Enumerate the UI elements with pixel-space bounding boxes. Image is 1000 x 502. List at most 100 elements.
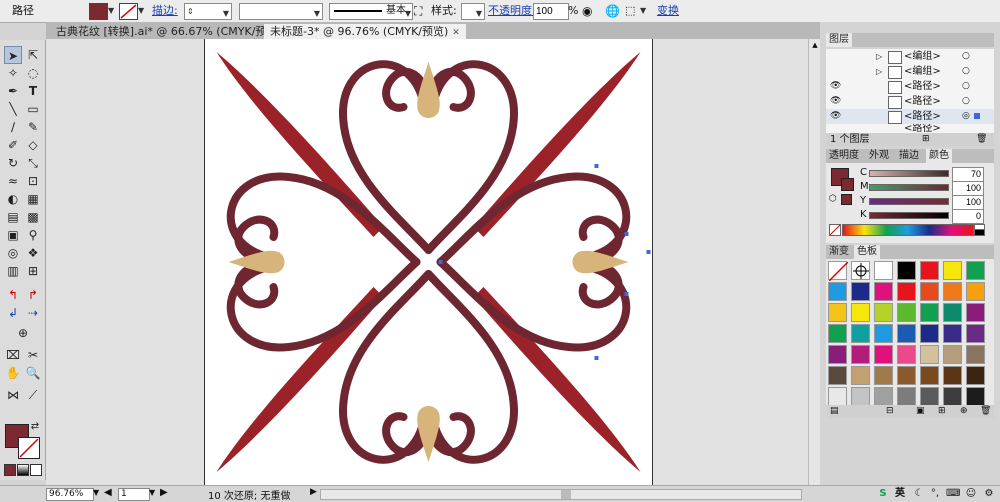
anchor-convert-tool-icon[interactable]: ↰ bbox=[4, 286, 22, 304]
stroke-link[interactable]: 描边: bbox=[152, 3, 178, 19]
next-artboard-icon[interactable]: ▶ bbox=[160, 487, 168, 498]
none-swatch[interactable] bbox=[828, 261, 849, 282]
swatch-kind-icon[interactable]: ⊟ bbox=[886, 405, 894, 418]
layer-row-group[interactable]: ▷ <编组> ○ bbox=[826, 49, 994, 65]
rectangle-tool-icon[interactable]: ▭ bbox=[24, 100, 42, 118]
settings-icon[interactable]: ⚙ bbox=[982, 488, 996, 500]
shape-builder-tool-icon[interactable]: ◐ bbox=[4, 190, 22, 208]
style-dropdown-icon[interactable]: ▼ bbox=[476, 6, 482, 22]
blend-tool-icon[interactable]: ◎ bbox=[4, 244, 22, 262]
column-graph-tool-icon[interactable]: ▥ bbox=[4, 262, 22, 280]
horizontal-scrollbar[interactable] bbox=[320, 489, 802, 500]
target-icon[interactable]: ◎ bbox=[962, 109, 970, 124]
none-mode-icon[interactable] bbox=[30, 464, 42, 476]
eye-icon[interactable]: 👁 bbox=[830, 109, 841, 124]
scroll-thumb[interactable] bbox=[561, 490, 571, 499]
color-swatch[interactable] bbox=[828, 387, 847, 405]
color-swatch[interactable] bbox=[966, 303, 985, 322]
stepper-icon[interactable]: ⇕ bbox=[187, 4, 194, 20]
new-color-group-icon[interactable]: ⊞ bbox=[938, 405, 946, 418]
black-swatch[interactable] bbox=[974, 229, 985, 236]
color-swatch[interactable] bbox=[966, 366, 985, 385]
color-swatch[interactable] bbox=[943, 282, 962, 301]
artboard[interactable] bbox=[204, 39, 653, 485]
color-swatch[interactable] bbox=[966, 261, 985, 280]
opacity-link[interactable]: 不透明度: bbox=[488, 3, 536, 19]
color-swatch[interactable] bbox=[897, 261, 916, 280]
tab-stroke[interactable]: 描边 bbox=[896, 149, 922, 163]
color-swatch[interactable] bbox=[943, 261, 962, 280]
scroll-up-icon[interactable]: ▲ bbox=[810, 41, 820, 53]
delete-layer-icon[interactable]: 🗑 bbox=[976, 133, 987, 146]
registration-swatch[interactable] bbox=[851, 261, 870, 280]
color-swatch[interactable] bbox=[874, 324, 893, 343]
direct-selection-tool-icon[interactable]: ⇱ bbox=[24, 46, 42, 64]
color-swatch[interactable] bbox=[897, 345, 916, 364]
fill-dropdown-icon[interactable]: ▼ bbox=[108, 3, 114, 19]
magic-wand-tool-icon[interactable]: ✧ bbox=[4, 64, 22, 82]
scissors-tool-icon[interactable]: ✂ bbox=[24, 346, 42, 364]
layer-row-group[interactable]: ▷ <编组> ○ bbox=[826, 64, 994, 80]
tab-appearance[interactable]: 外观 bbox=[866, 149, 892, 163]
brush-dropdown-icon[interactable]: ▼ bbox=[405, 6, 411, 22]
color-swatch[interactable] bbox=[828, 303, 847, 322]
artboard-dropdown-icon[interactable]: ▼ bbox=[149, 488, 155, 497]
color-swatch[interactable] bbox=[943, 387, 962, 405]
knife-tool-icon[interactable]: ⟋ bbox=[24, 386, 42, 404]
slice-tool-icon[interactable]: ⌧ bbox=[4, 346, 22, 364]
artboard-number-field[interactable]: 1 bbox=[118, 488, 150, 501]
align-stroke-icon[interactable]: ⛶ bbox=[414, 3, 422, 19]
swatch-options-icon[interactable]: ▣ bbox=[916, 405, 925, 418]
stroke-color-swatch[interactable] bbox=[119, 3, 138, 20]
symbol-sprayer-tool-icon[interactable]: ❖ bbox=[24, 244, 42, 262]
color-swatch[interactable] bbox=[897, 366, 916, 385]
color-swatch[interactable] bbox=[943, 303, 962, 322]
user-icon[interactable]: ☺ bbox=[964, 488, 978, 500]
tab-swatches[interactable]: 色板 bbox=[854, 245, 880, 259]
tab-transparency[interactable]: 透明度 bbox=[826, 149, 862, 163]
layer-row-path[interactable]: 👁 <路径> ○ bbox=[826, 79, 994, 95]
brush-definition-field[interactable]: 基本 ▼ bbox=[329, 3, 413, 20]
stroke-swatch-large[interactable] bbox=[18, 437, 40, 459]
lasso-tool-icon[interactable]: ◌ bbox=[24, 64, 42, 82]
color-swatch[interactable] bbox=[943, 324, 962, 343]
layer-row-path[interactable]: 👁 <路径> ○ bbox=[826, 94, 994, 110]
color-swatch[interactable] bbox=[874, 282, 893, 301]
color-swatch[interactable] bbox=[851, 282, 870, 301]
color-swatch[interactable] bbox=[920, 282, 939, 301]
eraser-tool-icon[interactable]: ◇ bbox=[24, 136, 42, 154]
crosshair-tool-icon[interactable]: ⊕ bbox=[14, 324, 32, 342]
zoom-dropdown-icon[interactable]: ▼ bbox=[93, 488, 99, 497]
color-swatch[interactable] bbox=[874, 366, 893, 385]
hand-tool-icon[interactable]: ✋ bbox=[4, 364, 22, 382]
scale-tool-icon[interactable]: ⤡ bbox=[24, 154, 42, 172]
stroke-weight-field[interactable]: ⇕ ▼ bbox=[184, 3, 232, 20]
cyan-input[interactable] bbox=[952, 167, 984, 182]
keyboard-icon[interactable]: ⌨ bbox=[946, 488, 960, 500]
color-mode-icon[interactable] bbox=[4, 464, 16, 476]
weight-dropdown-icon[interactable]: ▼ bbox=[223, 6, 229, 22]
moon-icon[interactable]: ☾ bbox=[912, 488, 926, 500]
swatch-library-icon[interactable]: ▤ bbox=[830, 405, 839, 418]
perspective-grid-tool-icon[interactable]: ▤ bbox=[4, 208, 22, 226]
color-swatch[interactable] bbox=[920, 345, 939, 364]
tab-gradient[interactable]: 渐变 bbox=[826, 245, 852, 259]
expand-icon[interactable]: ▷ bbox=[876, 49, 882, 64]
tab-layers[interactable]: 图层 bbox=[826, 33, 852, 47]
layer-row-path-selected[interactable]: 👁 <路径> ◎ bbox=[826, 109, 994, 125]
delete-swatch-icon[interactable]: 🗑 bbox=[980, 405, 991, 418]
pencil-tool-icon[interactable]: ✎ bbox=[24, 118, 42, 136]
petal-right[interactable] bbox=[572, 250, 629, 274]
color-swatch[interactable] bbox=[966, 345, 985, 364]
none-color-icon[interactable] bbox=[829, 224, 841, 236]
recolor-icon[interactable]: ◉ bbox=[582, 3, 592, 19]
color-swatch[interactable] bbox=[966, 324, 985, 343]
blob-brush-tool-icon[interactable]: ✐ bbox=[4, 136, 22, 154]
free-transform-tool-icon[interactable]: ⊡ bbox=[24, 172, 42, 190]
color-swatch[interactable] bbox=[851, 345, 870, 364]
select-similar-icon[interactable]: ⬚ bbox=[625, 3, 635, 19]
tab-document-2[interactable]: 未标题-3* @ 96.76% (CMYK/预览) ✕ bbox=[264, 24, 466, 39]
opacity-input[interactable] bbox=[533, 3, 569, 20]
tab-document-1[interactable]: 古典花纹 [转换].ai* @ 66.67% (CMYK/预览)✕ bbox=[50, 24, 299, 39]
target-icon[interactable]: ○ bbox=[962, 49, 970, 64]
